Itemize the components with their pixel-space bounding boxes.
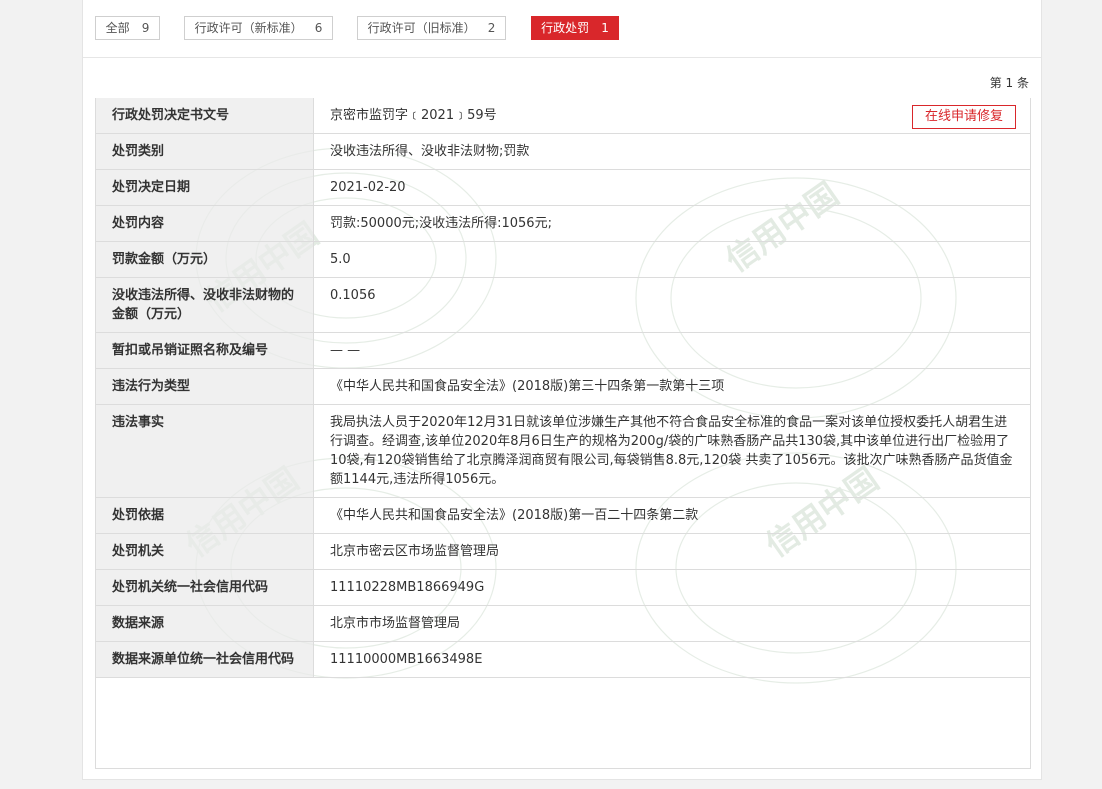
field-label: 暂扣或吊销证照名称及编号 — [96, 332, 314, 369]
field-label: 违法事实 — [96, 404, 314, 498]
tab-all[interactable]: 全部 9 — [95, 16, 160, 40]
field-label: 罚款金额（万元） — [96, 241, 314, 278]
field-value: 京密市监罚字﹝2021﹞59号 在线申请修复 — [313, 98, 1030, 134]
field-value-text: 北京市市场监督管理局 — [330, 616, 461, 631]
tab-penalty[interactable]: 行政处罚 1 — [531, 16, 619, 40]
field-value: 北京市密云区市场监督管理局 — [313, 533, 1030, 570]
table-row: 没收违法所得、没收非法财物的金额（万元） 0.1056 — [96, 277, 1030, 333]
table-row: 违法行为类型 《中华人民共和国食品安全法》(2018版)第三十四条第一款第十三项 — [96, 368, 1030, 405]
table-row: 处罚类别 没收违法所得、没收非法财物;罚款 — [96, 133, 1030, 170]
tab-license-old[interactable]: 行政许可（旧标准） 2 — [357, 16, 506, 40]
field-value-text: 11110228MB1866949G — [330, 580, 485, 595]
detail-table: 行政处罚决定书文号 京密市监罚字﹝2021﹞59号 在线申请修复 处罚类别 没收违法所得… — [96, 98, 1030, 678]
field-value: 2021-02-20 — [313, 169, 1030, 206]
field-value: 11110228MB1866949G — [313, 569, 1030, 606]
table-row: 数据来源 北京市市场监督管理局 — [96, 605, 1030, 642]
field-value: 北京市市场监督管理局 — [313, 605, 1030, 642]
field-value: — — — [313, 332, 1030, 369]
table-row: 数据来源单位统一社会信用代码 11110000MB1663498E — [96, 641, 1030, 678]
tab-count: 6 — [314, 21, 323, 35]
table-row: 暂扣或吊销证照名称及编号 — — — [96, 332, 1030, 369]
field-value: 0.1056 — [313, 277, 1030, 333]
field-value: 《中华人民共和国食品安全法》(2018版)第三十四条第一款第十三项 — [313, 368, 1030, 405]
tab-count: 9 — [141, 21, 150, 35]
tab-label: 行政处罚 — [541, 21, 590, 35]
field-value: 罚款:50000元;没收违法所得:1056元; — [313, 205, 1030, 242]
field-label: 违法行为类型 — [96, 368, 314, 405]
field-label: 处罚类别 — [96, 133, 314, 170]
field-label: 没收违法所得、没收非法财物的金额（万元） — [96, 277, 314, 333]
field-label: 数据来源单位统一社会信用代码 — [96, 641, 314, 678]
field-label: 处罚机关统一社会信用代码 — [96, 569, 314, 606]
table-row: 处罚内容 罚款:50000元;没收违法所得:1056元; — [96, 205, 1030, 242]
table-row: 罚款金额（万元） 5.0 — [96, 241, 1030, 278]
field-value: 没收违法所得、没收非法财物;罚款 — [313, 133, 1030, 170]
field-value-text: 北京市密云区市场监督管理局 — [330, 544, 500, 559]
field-value: 11110000MB1663498E — [313, 641, 1030, 678]
field-label: 处罚决定日期 — [96, 169, 314, 206]
field-value-text: 京密市监罚字﹝2021﹞59号 — [330, 108, 497, 123]
field-value-text: 0.1056 — [330, 288, 376, 303]
tab-license-new[interactable]: 行政许可（新标准） 6 — [184, 16, 333, 40]
field-value-text: 罚款:50000元;没收违法所得:1056元; — [330, 216, 552, 231]
apply-repair-button[interactable]: 在线申请修复 — [911, 105, 1016, 129]
table-row: 处罚决定日期 2021-02-20 — [96, 169, 1030, 206]
table-row: 处罚机关 北京市密云区市场监督管理局 — [96, 533, 1030, 570]
field-value: 5.0 — [313, 241, 1030, 278]
tab-label: 全部 — [105, 21, 130, 35]
field-value-text: 没收违法所得、没收非法财物;罚款 — [330, 144, 530, 159]
record-panel: 全部 9 行政许可（新标准） 6 行政许可（旧标准） 2 行政处罚 1 第 1 条 — [82, 0, 1042, 780]
field-value-text: 5.0 — [330, 252, 351, 267]
field-value-text: — — — [330, 343, 361, 358]
tab-label: 行政许可（旧标准） — [367, 21, 476, 35]
field-label: 数据来源 — [96, 605, 314, 642]
field-label: 处罚内容 — [96, 205, 314, 242]
field-value-text: 我局执法人员于2020年12月31日就该单位涉嫌生产其他不符合食品安全标准的食品… — [330, 415, 1013, 487]
tab-count: 2 — [487, 21, 496, 35]
field-value: 《中华人民共和国食品安全法》(2018版)第一百二十四条第二款 — [313, 497, 1030, 534]
penalty-detail-table: 信用中国 信用中国 信用中国 信用中国 行政处罚决定书文号京密市监罚字﹝2021… — [95, 98, 1031, 769]
field-value-text: 11110000MB1663498E — [330, 652, 483, 667]
field-value-text: 《中华人民共和国食品安全法》(2018版)第一百二十四条第二款 — [330, 508, 699, 523]
field-label: 行政处罚决定书文号 — [96, 98, 314, 134]
table-row: 处罚机关统一社会信用代码 11110228MB1866949G — [96, 569, 1030, 606]
tab-count: 1 — [601, 21, 609, 35]
field-value-text: 2021-02-20 — [330, 180, 406, 195]
table-row: 违法事实 我局执法人员于2020年12月31日就该单位涉嫌生产其他不符合食品安全标… — [96, 404, 1030, 498]
table-row: 处罚依据 《中华人民共和国食品安全法》(2018版)第一百二十四条第二款 — [96, 497, 1030, 534]
field-label: 处罚依据 — [96, 497, 314, 534]
table-row: 行政处罚决定书文号 京密市监罚字﹝2021﹞59号 在线申请修复 — [96, 98, 1030, 134]
field-value-text: 《中华人民共和国食品安全法》(2018版)第三十四条第一款第十三项 — [330, 379, 725, 394]
record-count: 第 1 条 — [989, 76, 1029, 90]
field-value: 我局执法人员于2020年12月31日就该单位涉嫌生产其他不符合食品安全标准的食品… — [313, 404, 1030, 498]
field-label: 处罚机关 — [96, 533, 314, 570]
tab-label: 行政许可（新标准） — [194, 21, 303, 35]
divider — [83, 57, 1041, 58]
